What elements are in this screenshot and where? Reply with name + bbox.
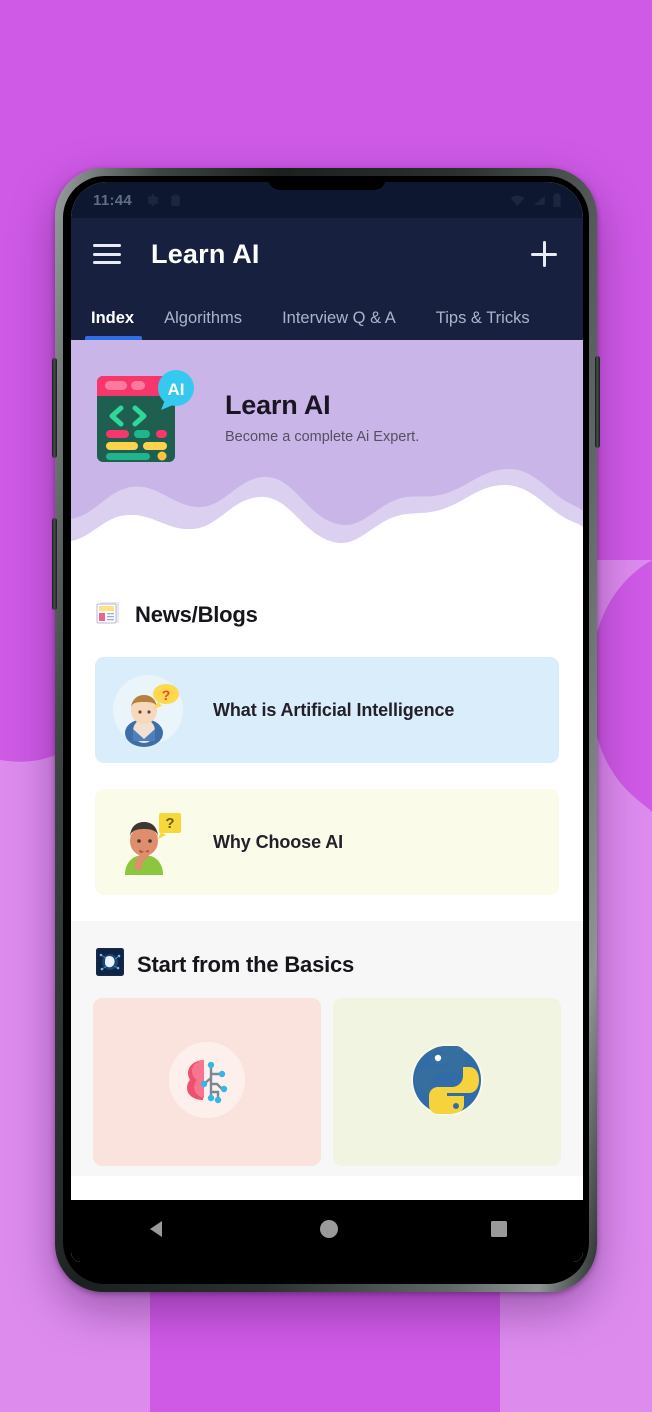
camera-notch: [268, 182, 386, 190]
wifi-icon: [510, 195, 525, 206]
news-section-header: News/Blogs: [71, 572, 583, 631]
code-window-ai-icon: AI: [95, 368, 199, 466]
svg-text:?: ?: [162, 687, 171, 703]
battery-icon: [553, 192, 561, 207]
basics-section: Start from the Basics: [71, 921, 583, 1176]
hero-banner: AI Learn AI Become a complete Ai Expert.: [71, 340, 583, 573]
hamburger-menu-icon[interactable]: [93, 244, 121, 264]
tab-tips-tricks[interactable]: Tips & Tricks: [436, 309, 548, 340]
app-screen: 11:44 Learn AI Index Algorithms Intervie…: [71, 182, 583, 1262]
news-card-label: What is Artificial Intelligence: [213, 699, 455, 720]
basics-tile-ai[interactable]: [93, 998, 321, 1166]
svg-text:AI: AI: [168, 380, 185, 399]
hero-subtitle: Become a complete Ai Expert.: [225, 428, 420, 445]
basics-tile-row: [71, 982, 583, 1166]
news-card-label: Why Choose AI: [213, 831, 344, 852]
hero-wave-divider: [71, 469, 583, 573]
brain-circuit-icon: [159, 1032, 255, 1133]
tab-interview-qa[interactable]: Interview Q & A: [282, 309, 414, 340]
person-thinking-question-icon: ?: [109, 803, 187, 881]
tab-bar: Index Algorithms Interview Q & A Tips & …: [71, 290, 583, 340]
signal-icon: [533, 195, 545, 205]
basics-section-header: Start from the Basics: [71, 921, 583, 982]
news-card-why-choose-ai[interactable]: ? Why Choose AI: [95, 789, 559, 895]
basics-section-title: Start from the Basics: [137, 951, 355, 977]
ai-brain-chip-icon: [95, 947, 125, 982]
plus-icon[interactable]: [527, 237, 561, 271]
newspaper-icon: [95, 598, 123, 631]
news-section-title: News/Blogs: [135, 601, 258, 627]
tab-index[interactable]: Index: [84, 309, 143, 340]
phone-screen-bezel: 11:44 Learn AI Index Algorithms Intervie…: [63, 176, 589, 1284]
person-question-bubble-icon: ?: [109, 671, 187, 749]
volume-down-button[interactable]: [52, 518, 57, 610]
news-card-what-is-ai[interactable]: ? What is Artificial Intelligence: [95, 657, 559, 763]
triangle-back-icon[interactable]: [145, 1217, 169, 1246]
android-nav-bar: [71, 1200, 583, 1262]
volume-up-button[interactable]: [52, 358, 57, 458]
square-recents-icon[interactable]: [489, 1219, 509, 1244]
page-title: Learn AI: [151, 238, 260, 269]
power-button[interactable]: [595, 356, 600, 448]
clipboard-icon: [171, 194, 180, 206]
status-clock: 11:44: [93, 191, 133, 209]
app-bar: Learn AI: [71, 218, 583, 290]
settings-gear-icon: [147, 193, 159, 206]
basics-tile-python[interactable]: [333, 998, 561, 1166]
content-scroll-area[interactable]: AI Learn AI Become a complete Ai Expert.: [71, 340, 583, 1262]
status-bar: 11:44: [71, 182, 583, 218]
tab-algorithms[interactable]: Algorithms: [164, 309, 260, 340]
svg-text:?: ?: [165, 815, 174, 832]
python-logo-icon: [403, 1036, 491, 1129]
phone-device-frame: 11:44 Learn AI Index Algorithms Intervie…: [52, 168, 600, 1292]
hero-title: Learn AI: [225, 389, 331, 420]
circle-home-icon[interactable]: [318, 1218, 340, 1245]
